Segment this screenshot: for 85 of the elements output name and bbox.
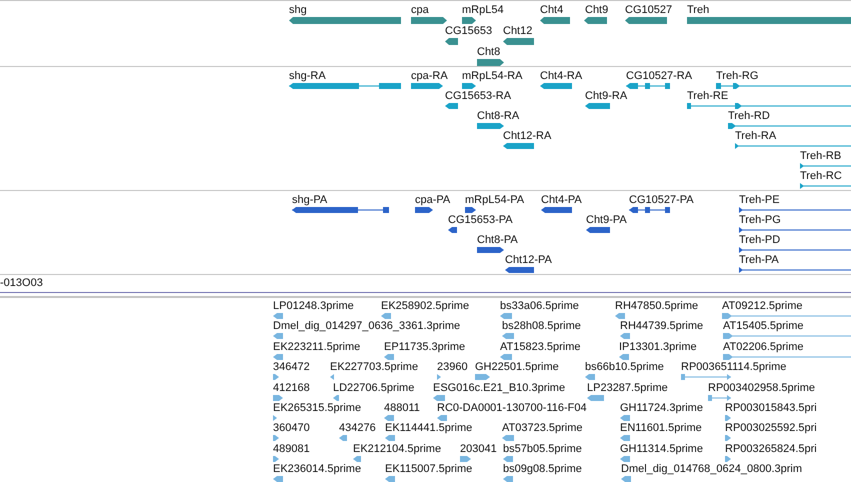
feature-label: LD22706.5prime bbox=[333, 382, 414, 395]
feature-label: 488011 bbox=[384, 402, 420, 415]
feature-label: GH22501.5prime bbox=[475, 361, 559, 374]
feature-label: Treh-PA bbox=[739, 254, 779, 267]
feature-label: AT15823.5prime bbox=[500, 340, 581, 354]
feature-label: EK227703.5prime bbox=[330, 361, 418, 374]
feature-label: ESG016c.E21_B10.3prime bbox=[433, 382, 566, 395]
feature-label: RP003265824.5pri bbox=[725, 442, 817, 456]
feature-label: 360470 bbox=[273, 422, 310, 436]
feature-label: Cht8 bbox=[477, 46, 500, 59]
feature-label: Cht8-RA bbox=[477, 110, 520, 123]
feature-label: EK236014.5prime bbox=[273, 463, 362, 476]
feature-label: RP003025592.5pri bbox=[725, 422, 817, 436]
feature-label: LP01248.3prime bbox=[273, 300, 354, 313]
feature-label: bs57b05.5prime bbox=[503, 442, 582, 456]
feature-label: Cht9-RA bbox=[585, 90, 628, 103]
feature-label: EK223211.5prime bbox=[273, 340, 360, 354]
feature-label: bs33a06.5prime bbox=[500, 300, 579, 313]
feature-label: RH47850.5prime bbox=[615, 300, 698, 313]
feature-label: -013O03 bbox=[0, 277, 43, 290]
feature-label: Treh-RD bbox=[728, 110, 770, 123]
feature-label: AT03723.5prime bbox=[502, 422, 583, 436]
feature-label: Treh-RE bbox=[687, 90, 728, 103]
feature-label: 23960 bbox=[437, 361, 468, 374]
feature-label: Cht4-RA bbox=[540, 70, 582, 83]
feature-label: EK258902.5prime bbox=[381, 300, 470, 313]
feature-label: LP23287.5prime bbox=[587, 382, 668, 395]
feature-label: EK265315.5prime bbox=[273, 402, 362, 415]
feature-label: Cht9-PA bbox=[586, 214, 627, 227]
feature-label: EK114441.5prime bbox=[385, 422, 472, 436]
feature-label: Cht4 bbox=[540, 4, 564, 17]
feature-label: CG10527-RA bbox=[626, 70, 692, 83]
feature-label: Dmel_dig_014297_0636_3361.3prime bbox=[273, 320, 460, 334]
feature-label: shg-RA bbox=[289, 70, 326, 83]
feature-label: bs66b10.5prime bbox=[585, 361, 664, 374]
feature-label: 346472 bbox=[273, 361, 310, 374]
feature-label: EN11601.5prime bbox=[620, 422, 702, 436]
feature-label: shg bbox=[289, 4, 307, 17]
feature-label: Treh-PE bbox=[739, 194, 780, 207]
feature-label: Treh-RG bbox=[716, 70, 758, 83]
feature-label: IP13301.3prime bbox=[619, 340, 697, 354]
feature-label: Cht4-PA bbox=[541, 194, 582, 207]
feature-label: RP003651114.5prime bbox=[681, 361, 786, 374]
feature-label: Treh-RC bbox=[800, 170, 842, 183]
feature-label: mRpL54-PA bbox=[465, 194, 524, 207]
feature-label: Cht12-RA bbox=[503, 130, 552, 143]
feature-label: 434276 bbox=[339, 422, 376, 436]
feature-label: Cht9 bbox=[585, 4, 608, 17]
feature-label: CG15653 bbox=[445, 25, 492, 38]
feature-label: RP003402958.5prime bbox=[708, 382, 816, 395]
feature-label: cpa-PA bbox=[415, 194, 450, 207]
feature-label: bs09g08.5prime bbox=[503, 463, 582, 476]
feature-label: mRpL54 bbox=[462, 4, 504, 17]
feature-label: Treh-PG bbox=[739, 214, 781, 227]
feature-label: Cht12-PA bbox=[505, 254, 552, 267]
feature-label: CG15653-PA bbox=[448, 214, 513, 227]
feature-label: EP11735.3prime bbox=[384, 340, 466, 354]
feature-label: bs28h08.5prime bbox=[502, 320, 581, 334]
feature-label: RP003015843.5pri bbox=[725, 402, 817, 415]
feature-label: cpa bbox=[411, 4, 429, 17]
feature-label: EK115007.5prime bbox=[385, 463, 472, 476]
feature-label: 412168 bbox=[273, 382, 310, 395]
feature-label: Dmel_dig_014768_0624_0800.3prim bbox=[621, 463, 802, 476]
feature-label: AT15405.5prime bbox=[723, 320, 804, 334]
feature-label: mRpL54-RA bbox=[462, 70, 523, 83]
feature-label: Treh-RA bbox=[735, 130, 776, 143]
feature-label: EK212104.5prime bbox=[353, 442, 442, 456]
feature-label: CG10527 bbox=[625, 4, 672, 17]
feature-label: AT09212.5prime bbox=[722, 300, 803, 313]
feature-label: cpa-RA bbox=[411, 70, 448, 83]
feature-label: 203041 bbox=[460, 442, 497, 456]
feature-label: Treh bbox=[687, 4, 710, 17]
feature-label: GH11314.5prime bbox=[620, 442, 703, 456]
feature-label: Treh-PD bbox=[739, 234, 780, 247]
feature-label: Cht12 bbox=[503, 25, 532, 38]
feature-label: RC0-DA0001-130700-116-F04 bbox=[437, 402, 587, 415]
feature-label: AT02206.5prime bbox=[723, 340, 804, 354]
feature-label: Treh-RB bbox=[800, 150, 842, 163]
feature-label: 489081 bbox=[273, 442, 310, 456]
feature-label: CG15653-RA bbox=[445, 90, 512, 103]
feature-label: RH44739.5prime bbox=[620, 320, 704, 334]
feature-label: GH11724.3prime bbox=[620, 402, 703, 415]
feature-label: CG10527-PA bbox=[629, 194, 694, 207]
feature-label: shg-PA bbox=[292, 194, 328, 207]
feature-label: Cht8-PA bbox=[477, 234, 518, 247]
